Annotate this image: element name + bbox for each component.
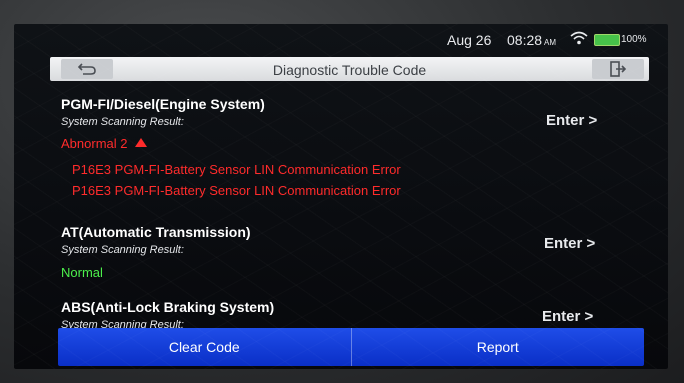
exit-icon — [610, 61, 627, 77]
system-scan-label: System Scanning Result: — [61, 116, 184, 128]
system-name: ABS(Anti-Lock Braking System) — [61, 299, 275, 315]
dtc-row: P16E3 PGM-FI-Battery Sensor LIN Communic… — [72, 162, 401, 177]
status-date: Aug 26 — [447, 32, 492, 48]
title-bar: Diagnostic Trouble Code — [50, 57, 649, 81]
system-list: PGM-FI/Diesel(Engine System) System Scan… — [14, 84, 668, 334]
battery-icon — [594, 34, 620, 46]
report-button[interactable]: Report — [352, 328, 645, 366]
action-bar: Clear Code Report — [58, 328, 644, 366]
device-screen: Aug 26 08:28 AM 100% Diagnostic Trouble C… — [14, 24, 668, 369]
page-title: Diagnostic Trouble Code — [272, 62, 427, 78]
enter-button-abs[interactable]: Enter > — [542, 308, 593, 325]
exit-button[interactable] — [592, 59, 644, 79]
clear-code-button[interactable]: Clear Code — [58, 328, 351, 366]
status-abnormal: Abnormal 2 — [61, 136, 148, 151]
status-time: 08:28 AM — [507, 32, 557, 48]
dtc-row: P16E3 PGM-FI-Battery Sensor LIN Communic… — [72, 183, 401, 198]
status-ampm: AM — [544, 38, 557, 47]
status-normal: Normal — [61, 265, 103, 280]
wifi-icon — [570, 31, 588, 45]
enter-button-engine[interactable]: Enter > — [546, 112, 597, 129]
battery-percent: 100% — [621, 34, 647, 45]
system-scan-label: System Scanning Result: — [61, 244, 184, 256]
triangle-up-icon — [135, 138, 148, 147]
status-bar: Aug 26 08:28 AM 100% — [14, 24, 668, 54]
system-name: AT(Automatic Transmission) — [61, 224, 251, 240]
enter-button-transmission[interactable]: Enter > — [544, 235, 595, 252]
system-name: PGM-FI/Diesel(Engine System) — [61, 96, 265, 112]
